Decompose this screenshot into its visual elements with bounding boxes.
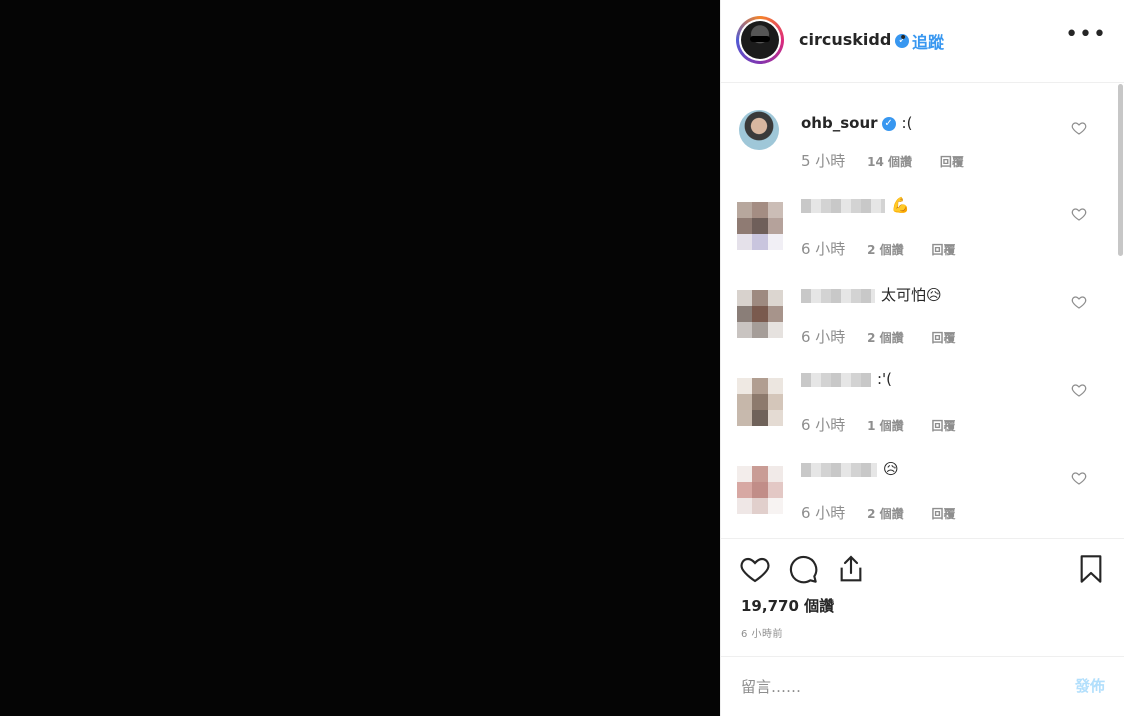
comment-composer: 發佈 — [721, 656, 1124, 716]
heart-icon[interactable] — [1071, 470, 1087, 486]
author-avatar[interactable] — [736, 16, 784, 64]
comment-time[interactable]: 6 小時 — [801, 240, 845, 258]
likes-count[interactable]: 19,770 個讚 — [741, 595, 834, 616]
heart-icon[interactable] — [1071, 206, 1087, 222]
comment-username[interactable] — [801, 372, 871, 387]
list-item: 💪 6 小時 2 個讚 回覆 — [721, 172, 1111, 258]
list-item: :'( 6 小時 1 個讚 回覆 — [721, 348, 1111, 434]
comment-input[interactable] — [739, 673, 1043, 701]
comment-time[interactable]: 6 小時 — [801, 504, 845, 522]
avatar[interactable] — [737, 290, 783, 338]
comment-time[interactable]: 5 小時 — [801, 152, 845, 170]
separator-dot: • — [899, 30, 908, 46]
comment-likes[interactable]: 2 個讚 — [867, 331, 904, 345]
comment-text: :'( — [877, 370, 893, 388]
reply-button[interactable]: 回覆 — [932, 243, 956, 257]
heart-icon[interactable] — [1071, 120, 1087, 136]
comments-list[interactable]: ohb_sour✓ :( 5 小時 14 個讚 回覆 💪 6 小時 2 個讚 — [721, 84, 1124, 538]
avatar[interactable] — [737, 378, 783, 426]
comment-username[interactable] — [801, 462, 877, 477]
comment-time[interactable]: 6 小時 — [801, 416, 845, 434]
share-icon[interactable] — [835, 553, 867, 585]
like-heart-icon[interactable] — [739, 553, 771, 585]
comment-username[interactable] — [801, 198, 885, 213]
list-item: 太可怕😥 6 小時 2 個讚 回覆 — [721, 260, 1111, 346]
avatar[interactable] — [737, 466, 783, 514]
more-options-icon[interactable]: ••• — [1065, 22, 1107, 47]
author-username[interactable]: circuskidd ✓ — [799, 30, 910, 49]
reply-button[interactable]: 回覆 — [932, 507, 956, 521]
post-comment-button[interactable]: 發佈 — [1075, 675, 1105, 696]
reply-button[interactable]: 回覆 — [932, 331, 956, 345]
comment-text: :( — [901, 114, 913, 132]
list-item: 😥 6 小時 2 個讚 回覆 — [721, 436, 1111, 522]
post-actions: 19,770 個讚 6 小時前 — [721, 538, 1124, 656]
heart-icon[interactable] — [1071, 382, 1087, 398]
comment-time[interactable]: 6 小時 — [801, 328, 845, 346]
reply-button[interactable]: 回覆 — [940, 155, 964, 169]
comments-scrollbar[interactable] — [1118, 84, 1123, 256]
comment-likes[interactable]: 14 個讚 — [867, 155, 912, 169]
comment-likes[interactable]: 2 個讚 — [867, 243, 904, 257]
heart-icon[interactable] — [1071, 294, 1087, 310]
avatar[interactable] — [737, 202, 783, 250]
post-header: circuskidd ✓ • 追蹤 ••• — [721, 0, 1124, 83]
comment-likes[interactable]: 2 個讚 — [867, 507, 904, 521]
follow-button[interactable]: 追蹤 — [912, 29, 944, 53]
post-side-panel: circuskidd ✓ • 追蹤 ••• ohb_sour ✓ :( 5 小時 14… — [720, 0, 1124, 716]
verified-badge-icon: ✓ — [881, 116, 896, 131]
reply-button[interactable]: 回覆 — [932, 419, 956, 433]
bookmark-icon[interactable] — [1075, 553, 1107, 585]
comment-username[interactable]: ohb_sour — [801, 114, 878, 132]
comment-icon[interactable] — [787, 553, 819, 585]
comment-likes[interactable]: 1 個讚 — [867, 419, 904, 433]
comment-text: 😥 — [883, 460, 899, 478]
comment-username[interactable] — [801, 288, 875, 303]
post-media-black[interactable] — [0, 0, 720, 716]
post-timestamp[interactable]: 6 小時前 — [741, 625, 783, 640]
comment-text: 💪 — [891, 196, 910, 214]
avatar[interactable] — [739, 110, 779, 150]
list-item: ohb_sour ✓ :( 5 小時 14 個讚 回覆 — [721, 84, 1111, 170]
comment-text: 太可怕😥 — [881, 286, 942, 304]
